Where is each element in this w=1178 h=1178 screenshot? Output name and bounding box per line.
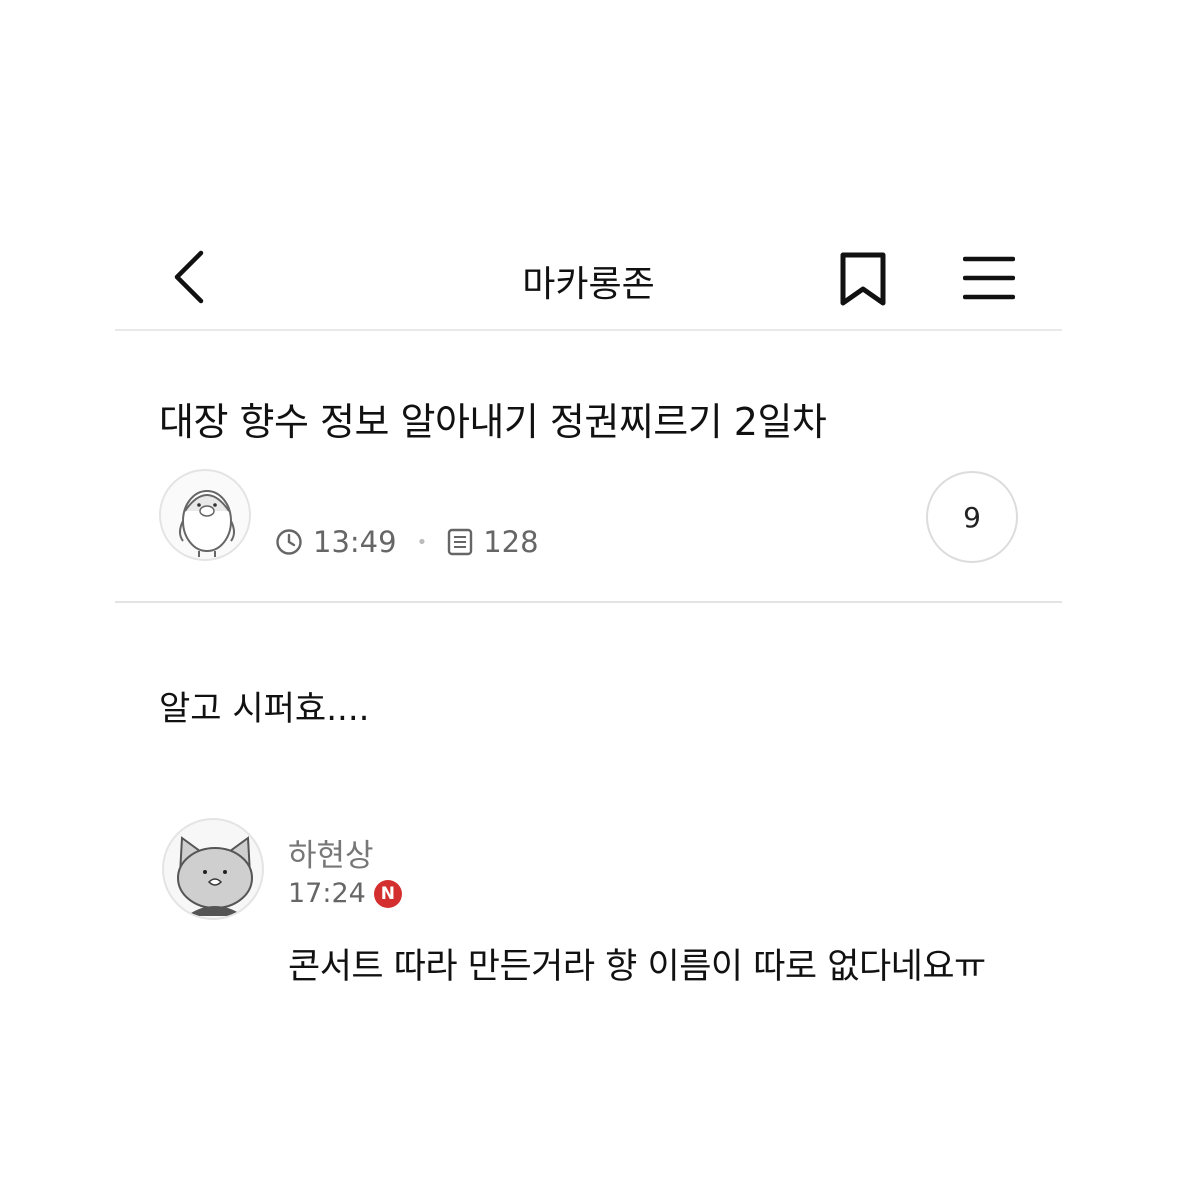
post-header: 대장 향수 정보 알아내기 정권찌르기 2일차 13:49 • 128 9 (115, 331, 1062, 603)
clock-icon (276, 529, 302, 555)
comment-text: 콘서트 따라 만든거라 향 이름이 따로 없다네요ㅠ (288, 947, 986, 987)
post-body: 알고 시퍼효.... (159, 689, 370, 729)
new-badge: N (373, 879, 402, 908)
back-button[interactable] (167, 249, 211, 305)
author-avatar[interactable] (159, 469, 251, 561)
separator-dot: • (416, 531, 428, 553)
post-screen: 마카롱존 대장 향수 정보 알아내기 정권찌르기 2일차 13:49 • 128… (115, 215, 1062, 755)
comment-meta: 17:24 N (288, 878, 402, 909)
commenter-avatar[interactable] (162, 818, 264, 920)
document-icon (448, 528, 473, 556)
bookmark-button[interactable] (837, 251, 889, 307)
post-title: 대장 향수 정보 알아내기 정권찌르기 2일차 (159, 400, 827, 444)
comment-time: 17:24 (288, 878, 366, 909)
top-bar: 마카롱존 (115, 215, 1062, 331)
menu-button[interactable] (962, 255, 1016, 301)
cat-avatar-icon (177, 836, 253, 917)
bookmark-icon (840, 252, 886, 306)
board-title: 마카롱존 (522, 264, 655, 305)
post-views: 128 (483, 525, 539, 559)
comment-author[interactable]: 하현상 (288, 830, 374, 875)
chevron-left-icon (174, 250, 204, 304)
comment-item: 하현상 17:24 N 콘서트 따라 만든거라 향 이름이 따로 없다네요ㅠ (162, 818, 1042, 998)
comment-count-button[interactable]: 9 (926, 471, 1018, 563)
penguin-avatar-icon (179, 490, 235, 557)
hamburger-menu-icon (962, 256, 1016, 300)
post-meta: 13:49 • 128 (275, 525, 539, 559)
post-time: 13:49 (313, 525, 397, 559)
